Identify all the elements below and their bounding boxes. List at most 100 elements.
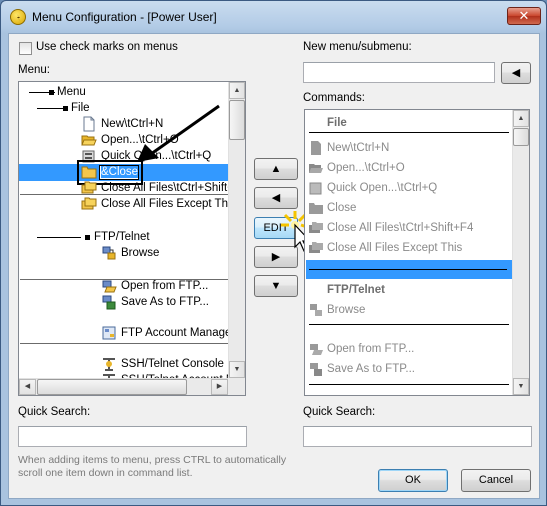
tree-item-close-all-except[interactable]: Close All Files Except This bbox=[81, 196, 236, 213]
tree-item-ssh-console[interactable]: SSH/Telnet Console bbox=[101, 356, 231, 373]
title-bar[interactable]: Menu Configuration - [Power User] ✕ bbox=[1, 1, 546, 33]
tree-item-ftp-account-manager[interactable]: FTP Account Manager... bbox=[101, 325, 244, 342]
command-item-label: Save As to FTP... bbox=[327, 363, 415, 375]
quick-search-left-input[interactable] bbox=[18, 426, 247, 447]
tree-item-open-from-ftp[interactable]: Open from FTP... bbox=[101, 278, 231, 295]
app-icon bbox=[10, 9, 26, 25]
document-icon bbox=[81, 116, 97, 132]
use-check-marks-checkbox[interactable] bbox=[19, 42, 32, 55]
move-down-button[interactable]: ▼ bbox=[254, 275, 298, 297]
command-item-label: Open from FTP... bbox=[327, 343, 415, 355]
command-item-save-as-to-ftp[interactable]: Save As to FTP... bbox=[308, 361, 508, 378]
folders-icon bbox=[308, 220, 324, 236]
dialog-client: Use check marks on menus Menu: Menu File bbox=[8, 33, 540, 499]
scroll-down-arrow-icon[interactable]: ▼ bbox=[513, 378, 529, 395]
command-item-label: Quick Open...\tCtrl+Q bbox=[327, 182, 438, 194]
folders-icon bbox=[81, 196, 97, 212]
new-menu-label: New menu/submenu: bbox=[303, 41, 412, 53]
commands-list[interactable]: File New\tCtrl+N Open...\tCtrl+O Quick O… bbox=[304, 109, 530, 396]
command-item-label: Close bbox=[327, 202, 357, 214]
separator-line bbox=[309, 132, 509, 133]
command-item-new[interactable]: New\tCtrl+N bbox=[308, 140, 508, 157]
quick-search-left-label: Quick Search: bbox=[18, 406, 91, 418]
commands-vertical-scrollbar[interactable]: ▲ ▼ bbox=[512, 110, 529, 395]
command-item-label: Close All Files Except This bbox=[327, 242, 463, 254]
separator-line bbox=[309, 324, 509, 325]
tree-item-label: Close All Files Except This bbox=[101, 198, 237, 210]
command-item-open-from-ftp[interactable]: Open from FTP... bbox=[308, 341, 508, 358]
hint-line-1: When adding items to menu, press CTRL to… bbox=[18, 454, 287, 466]
scroll-right-arrow-icon[interactable]: ▶ bbox=[211, 379, 228, 395]
scroll-down-arrow-icon[interactable]: ▼ bbox=[229, 361, 245, 378]
quick-search-right-label: Quick Search: bbox=[303, 406, 376, 418]
separator-line bbox=[309, 384, 509, 385]
scroll-left-arrow-icon[interactable]: ◀ bbox=[19, 379, 36, 395]
folders-icon bbox=[81, 180, 97, 196]
command-item-close[interactable]: Close bbox=[308, 200, 508, 217]
tree-item-label: Browse bbox=[121, 247, 160, 259]
ftp-save-icon bbox=[101, 294, 117, 310]
folder-icon bbox=[308, 200, 324, 216]
tree-item-browse[interactable]: Browse bbox=[101, 245, 231, 262]
move-up-button[interactable]: ▲ bbox=[254, 158, 298, 180]
scroll-thumb[interactable] bbox=[513, 128, 529, 146]
menu-tree[interactable]: Menu File New\tCtrl+N Open...\tCtrl+O Qu… bbox=[18, 81, 246, 396]
tree-connector bbox=[37, 237, 81, 238]
cancel-button[interactable]: Cancel bbox=[461, 469, 531, 492]
ftp-open-icon bbox=[101, 278, 117, 294]
tree-item-label: Menu bbox=[57, 86, 86, 98]
tree-item-save-as-to-ftp[interactable]: Save As to FTP... bbox=[101, 294, 231, 311]
open-folder-icon bbox=[81, 132, 97, 148]
ok-button[interactable]: OK bbox=[378, 469, 448, 492]
pointer-arrow-annotation bbox=[137, 104, 220, 162]
command-separator-selected[interactable] bbox=[306, 260, 512, 279]
document-icon bbox=[308, 140, 324, 156]
dialog-window: Menu Configuration - [Power User] ✕ Use … bbox=[0, 0, 547, 506]
command-item-label: Open...\tCtrl+O bbox=[327, 162, 405, 174]
command-item-label: Browse bbox=[327, 304, 366, 316]
scroll-thumb[interactable] bbox=[37, 379, 187, 395]
tree-connector bbox=[37, 108, 63, 109]
new-menu-input[interactable] bbox=[303, 62, 495, 83]
quick-open-icon bbox=[308, 180, 324, 196]
command-item-label: New\tCtrl+N bbox=[327, 142, 390, 154]
folders-icon bbox=[308, 240, 324, 256]
separator-line bbox=[309, 269, 507, 270]
scroll-corner bbox=[228, 378, 245, 395]
menu-tree-horizontal-scrollbar[interactable]: ◀ ▶ bbox=[19, 378, 228, 395]
use-check-marks-label: Use check marks on menus bbox=[36, 41, 178, 53]
tree-item-label: Close All Files\tCtrl+Shift+F4 bbox=[101, 182, 246, 194]
command-item-open[interactable]: Open...\tCtrl+O bbox=[308, 160, 508, 177]
command-item-label: Close All Files\tCtrl+Shift+F4 bbox=[327, 222, 474, 234]
tree-item-label: FTP Account Manager... bbox=[121, 327, 245, 339]
tree-item-label: SSH/Telnet Console bbox=[121, 358, 224, 370]
tree-item-close-all-files[interactable]: Close All Files\tCtrl+Shift+F4 bbox=[81, 180, 245, 197]
scroll-thumb[interactable] bbox=[229, 100, 245, 140]
add-new-menu-button[interactable]: ◀ bbox=[501, 62, 531, 84]
quick-search-right-input[interactable] bbox=[303, 426, 532, 447]
close-window-button[interactable]: ✕ bbox=[507, 7, 541, 25]
move-left-button[interactable]: ◀ bbox=[254, 187, 298, 209]
ftp-account-icon bbox=[101, 325, 117, 341]
ftp-save-icon bbox=[308, 361, 324, 377]
ftp-open-icon bbox=[308, 341, 324, 357]
command-item-browse[interactable]: Browse bbox=[308, 302, 508, 319]
ssh-console-icon bbox=[101, 356, 117, 372]
commands-group-ftp-telnet: FTP/Telnet bbox=[327, 284, 385, 296]
scroll-up-arrow-icon[interactable]: ▲ bbox=[229, 82, 245, 99]
square-bullet-icon bbox=[85, 235, 90, 240]
commands-label: Commands: bbox=[303, 92, 365, 104]
command-item-close-all-files[interactable]: Close All Files\tCtrl+Shift+F4 bbox=[308, 220, 508, 237]
square-bullet-icon bbox=[49, 90, 54, 95]
tree-item-label: Open from FTP... bbox=[121, 280, 209, 292]
hint-line-2: scroll one item down in command list. bbox=[18, 467, 193, 479]
command-item-quick-open[interactable]: Quick Open...\tCtrl+Q bbox=[308, 180, 508, 197]
command-item-close-all-except[interactable]: Close All Files Except This bbox=[308, 240, 508, 257]
scroll-up-arrow-icon[interactable]: ▲ bbox=[513, 110, 529, 127]
ftp-browse-icon bbox=[308, 302, 324, 318]
square-bullet-icon bbox=[63, 106, 68, 111]
menu-tree-vertical-scrollbar[interactable]: ▲ ▼ bbox=[228, 82, 245, 378]
tree-item-label: Save As to FTP... bbox=[121, 296, 209, 308]
window-title: Menu Configuration - [Power User] bbox=[32, 10, 217, 24]
ftp-browse-icon bbox=[101, 245, 117, 261]
